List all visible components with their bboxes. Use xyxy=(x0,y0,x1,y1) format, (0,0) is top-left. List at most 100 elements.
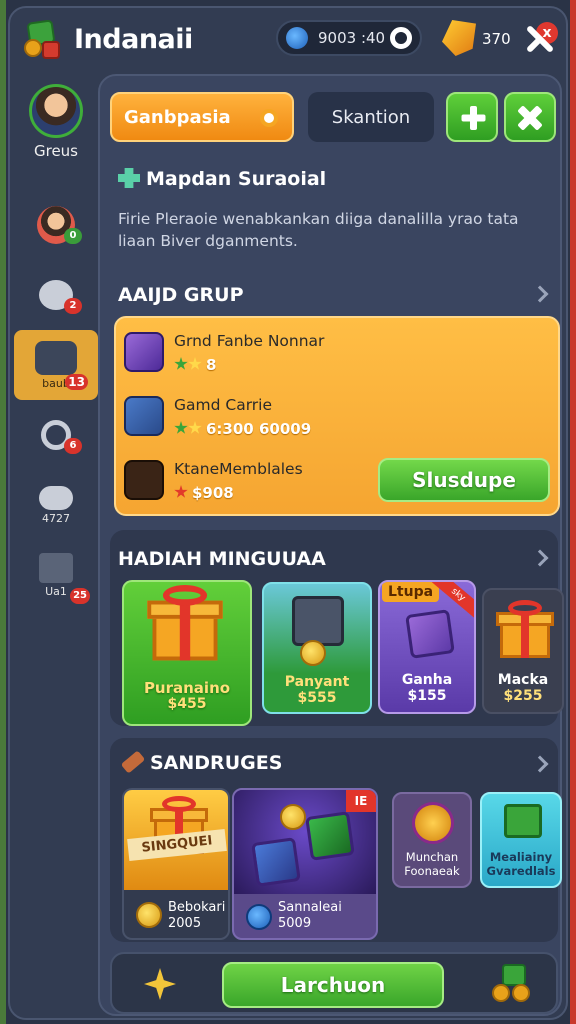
reward-price: $555 xyxy=(297,690,337,706)
featured-name: Bebokari xyxy=(168,900,226,915)
sidebar-item-label: 4727 xyxy=(42,511,70,525)
sidebar-badge: 0 xyxy=(64,228,82,244)
weekly-section: HADIAH MINGUUAA Puranaino $455 Panyant $… xyxy=(110,530,564,726)
sidebar-badge: 13 xyxy=(65,374,88,390)
brand-logo-icon xyxy=(124,460,164,500)
reward-price: $455 xyxy=(167,696,207,712)
tab-label: Ganbpasia xyxy=(124,106,231,128)
cloud-icon xyxy=(39,485,73,510)
featured-tile[interactable]: SINGQUEI Bebokari 2005 xyxy=(122,788,230,940)
coin-icon xyxy=(136,902,162,928)
puzzle-icon xyxy=(118,168,140,188)
cube-icon xyxy=(305,811,355,861)
avatar-image xyxy=(29,84,83,138)
featured-tile[interactable]: Munchan Foonaeak xyxy=(392,792,472,888)
sidebar-item-friend[interactable]: 0 xyxy=(14,190,98,260)
coin-amount: 9003 :40 xyxy=(318,29,386,47)
dice-icon[interactable] xyxy=(492,964,532,1004)
list-item[interactable]: Gamd Carrie 6:300 60009 xyxy=(124,392,544,452)
group-item-name: KtaneMemblales xyxy=(174,460,303,478)
featured-ribbon: IE xyxy=(346,790,376,812)
coin-icon xyxy=(300,640,326,666)
add-button[interactable] xyxy=(446,92,498,142)
featured-tile[interactable]: Mealiainy Gvaredlals xyxy=(480,792,562,888)
chevron-right-icon[interactable] xyxy=(531,549,549,567)
sidebar-item-chat[interactable]: 2 xyxy=(14,260,98,330)
featured-value: 2005 xyxy=(168,916,202,931)
tab-skantion[interactable]: Skantion xyxy=(308,92,434,142)
chevron-right-icon[interactable] xyxy=(531,285,549,303)
reward-tile[interactable]: Panyant $555 xyxy=(262,582,372,714)
group-action-button[interactable]: Slusdupe xyxy=(378,458,550,502)
featured-tile[interactable]: IE Sannaleai 5009 xyxy=(232,788,378,940)
launch-button[interactable]: Larchuon xyxy=(222,962,444,1008)
group-item-meta-text: 6:300 60009 xyxy=(206,420,312,438)
chevron-right-icon[interactable] xyxy=(531,755,549,773)
reward-name: Macka xyxy=(497,672,549,688)
profile-avatar[interactable]: Greus xyxy=(14,84,98,190)
ring-icon xyxy=(390,27,412,49)
close-button[interactable]: x xyxy=(524,22,558,54)
list-item[interactable]: Grnd Fanbe Nonnar 8 xyxy=(124,328,544,388)
reward-price: $155 xyxy=(407,688,447,704)
tab-ganbpasia[interactable]: Ganbpasia xyxy=(110,92,294,142)
sidebar-item-search[interactable]: 6 xyxy=(14,400,98,470)
reward-tile[interactable]: Ltupa sky Ganha $155 xyxy=(378,580,476,714)
coin-icon xyxy=(280,804,306,830)
globe-icon xyxy=(246,904,272,930)
cube-icon xyxy=(405,609,455,659)
tab-bar: Ganbpasia Skantion xyxy=(110,92,556,144)
close-badge: x xyxy=(536,22,558,44)
gem-icon xyxy=(442,20,476,56)
dismiss-button[interactable] xyxy=(504,92,556,142)
sandruges-title: SANDRUGES xyxy=(150,752,283,774)
gem-amount: 370 xyxy=(482,30,511,48)
app-logo-icon xyxy=(24,19,64,59)
top-bar: Indanaii 9003 :40 370 x xyxy=(10,8,566,70)
sidebar-badge: 2 xyxy=(64,298,82,314)
reward-name: Panyant xyxy=(284,674,350,690)
cube-icon xyxy=(124,332,164,372)
cube-icon xyxy=(504,804,542,838)
featured-value: 5009 xyxy=(278,916,312,931)
group-card: Grnd Fanbe Nonnar 8 Gamd Carrie 6:300 60… xyxy=(114,316,560,516)
sidebar-item-cloud[interactable]: 4727 xyxy=(14,470,98,540)
reward-name: Ganha xyxy=(401,672,453,688)
featured-name: Sannaleai xyxy=(278,900,342,915)
coin-balance[interactable]: 9003 :40 xyxy=(276,20,422,56)
cube-icon xyxy=(251,837,301,887)
grid-icon xyxy=(39,552,73,583)
sidebar: Greus 0 2 baub 13 6 4727 Ua1 25 xyxy=(14,74,98,610)
group-item-meta-text: 8 xyxy=(206,356,217,374)
tool-icon xyxy=(120,750,146,774)
reward-tile[interactable]: Puranaino $455 xyxy=(122,580,252,726)
globe-icon xyxy=(286,27,308,49)
weekly-title: HADIAH MINGUUAA xyxy=(118,548,326,570)
group-item-meta: 6:300 60009 xyxy=(174,420,311,438)
intro-description: Firie Pleraoie wenabkankan diiga danalil… xyxy=(118,210,519,250)
group-item-meta: $908 xyxy=(174,484,234,502)
inbox-icon xyxy=(35,340,77,375)
reward-name: Puranaino xyxy=(143,679,231,697)
device-icon xyxy=(292,596,344,646)
reward-tile[interactable]: Macka $255 xyxy=(482,588,564,714)
group-item-name: Grnd Fanbe Nonnar xyxy=(174,332,325,350)
profile-name: Greus xyxy=(33,142,78,160)
sidebar-badge: 6 xyxy=(64,438,82,454)
sparkle-icon[interactable] xyxy=(144,968,176,1000)
main-panel: Ganbpasia Skantion Mapdan Suraoial Firie… xyxy=(98,74,564,1016)
reward-price: $255 xyxy=(503,688,543,704)
featured-name: Munchan Foonaeak xyxy=(404,850,460,878)
group-title: AAIJD GRUP xyxy=(118,284,244,306)
tab-indicator-icon xyxy=(260,109,278,127)
group-item-meta: 8 xyxy=(174,356,216,374)
sandruges-section: SANDRUGES SINGQUEI Bebokari 2005 IE Sann… xyxy=(110,738,562,942)
group-item-meta-text: $908 xyxy=(192,484,234,502)
group-item-name: Gamd Carrie xyxy=(174,396,273,414)
sidebar-item-baub[interactable]: baub 13 xyxy=(14,330,98,400)
featured-name: Mealiainy Gvaredlals xyxy=(486,850,556,878)
sidebar-item-label: Ua1 xyxy=(45,584,67,598)
sidebar-item-ua1[interactable]: Ua1 25 xyxy=(14,540,98,610)
candy-icon xyxy=(124,396,164,436)
gift-icon xyxy=(145,585,226,661)
